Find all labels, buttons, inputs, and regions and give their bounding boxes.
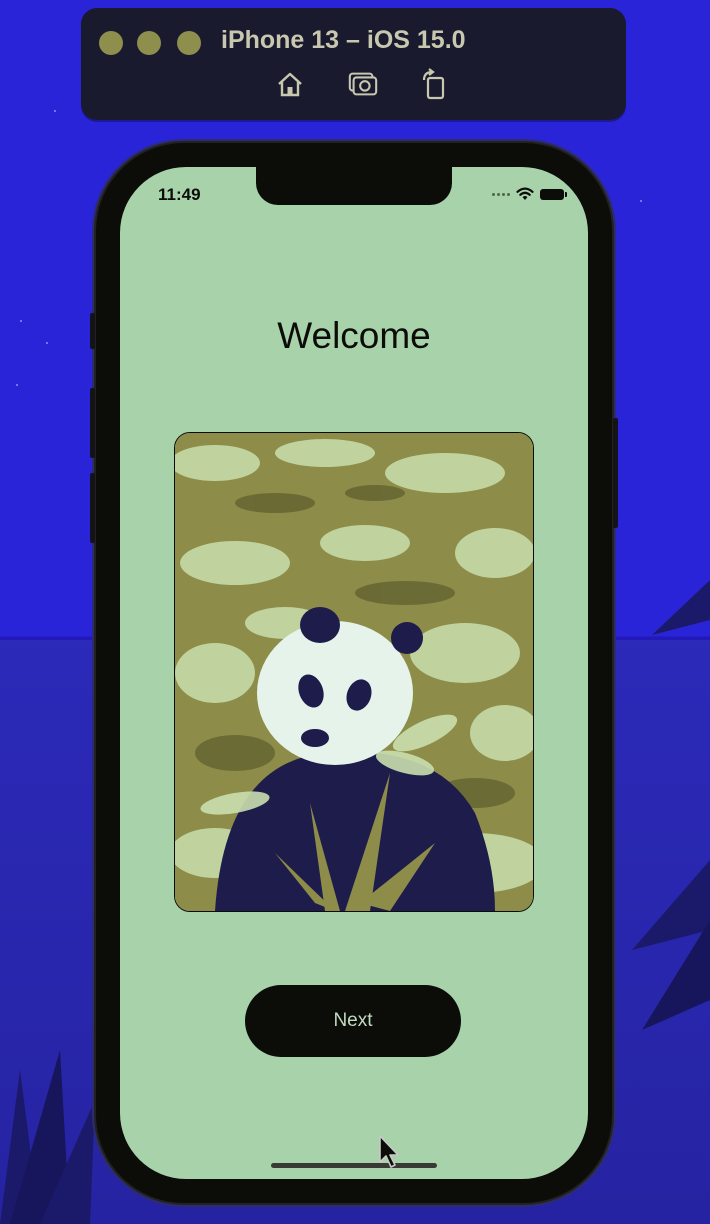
next-button[interactable]: Next: [245, 985, 461, 1057]
home-button[interactable]: [274, 68, 306, 100]
wallpaper-star: [46, 342, 48, 344]
mouse-cursor-icon: [379, 1135, 399, 1168]
wallpaper-star: [20, 320, 22, 322]
wallpaper-star: [16, 384, 18, 386]
wallpaper-star: [640, 200, 642, 202]
rotate-icon: [422, 68, 445, 100]
notch: [256, 167, 452, 205]
power-button: [613, 418, 618, 528]
mute-switch: [90, 313, 95, 349]
home-icon: [278, 72, 302, 97]
close-window-button[interactable]: [99, 31, 123, 55]
iphone-frame: 11:49 Welcome Next: [90, 143, 618, 1203]
wallpaper-star: [54, 110, 56, 112]
home-indicator[interactable]: [271, 1163, 437, 1168]
camera-icon: [348, 72, 378, 96]
status-time: 11:49: [158, 185, 201, 204]
rotate-button[interactable]: [418, 68, 450, 100]
welcome-title: Welcome: [277, 315, 431, 356]
wallpaper-plant-right: [632, 580, 710, 1030]
phone-screen: 11:49 Welcome Next: [120, 167, 588, 1179]
volume-up-button: [90, 388, 95, 458]
simulator-title: iPhone 13 – iOS 15.0: [221, 26, 466, 54]
zoom-window-button[interactable]: [177, 31, 201, 55]
cellular-icon: [492, 192, 510, 196]
wallpaper-plant-left: [0, 1050, 95, 1224]
minimize-window-button[interactable]: [137, 31, 161, 55]
volume-down-button: [90, 473, 95, 543]
simulator-title-bar: iPhone 13 – iOS 15.0: [81, 8, 626, 120]
panda-image: [175, 433, 533, 911]
battery-icon: [540, 188, 567, 200]
screenshot-button[interactable]: [347, 68, 379, 100]
status-icons: [492, 187, 567, 201]
wifi-icon: [516, 187, 534, 200]
panda-photo: [174, 432, 534, 912]
